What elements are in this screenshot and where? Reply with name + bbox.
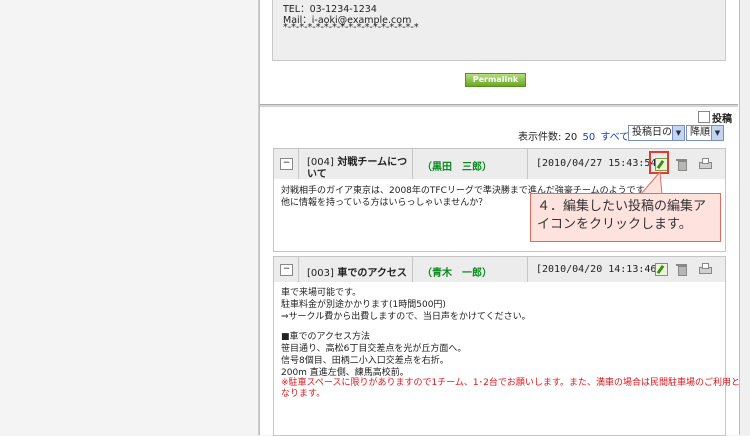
contact-info-box: TEL：03-1234-1234 Mail：i-aoki@example.com…	[272, 0, 726, 61]
post-date: [2010/04/20 14:13:46]	[536, 264, 663, 275]
print-icon[interactable]	[699, 263, 712, 274]
post-body-line: 他に情報を持っている方はいらっしゃいませんか？	[281, 198, 488, 208]
post-title-text: 対戦チームにつ	[337, 157, 408, 168]
notice-line: ※駐車スペースに限りがありますので1チーム、1･2台でお願いします。また、満車の…	[281, 378, 740, 388]
new-post-link[interactable]: 投稿	[698, 110, 732, 125]
collapse-icon[interactable]: −	[280, 264, 293, 276]
notice-line: なります。	[281, 389, 326, 399]
sort-field-value: 投稿日の	[632, 127, 672, 138]
trash-icon[interactable]	[676, 158, 687, 171]
post-icon	[698, 111, 710, 123]
sort-order-value: 降順	[690, 127, 710, 138]
post-title-text: 車でのアクセス	[337, 268, 407, 279]
post-title-line2: いて	[307, 169, 327, 180]
post-body: 車で来場可能です。 駐車料金が別途かかります(1時間500円) ⇒サークル費から…	[273, 282, 740, 436]
post-body-line: ⇒サークル費から出費しますので、当日声をかけてください。	[281, 312, 531, 322]
scrollbar-area[interactable]	[740, 0, 750, 435]
post-author: （黒田 三郎）	[422, 162, 492, 173]
print-icon[interactable]	[699, 158, 712, 169]
display-count-label: 表示件数:	[518, 132, 562, 143]
sort-field-select[interactable]: 投稿日の ▼	[628, 125, 685, 141]
callout-text: ４．編集したい投稿の編集アイコンをクリックします。	[537, 199, 707, 232]
left-pane	[0, 0, 259, 435]
post-title: [003] 車でのアクセス	[307, 264, 407, 279]
post-date: [2010/04/27 15:43:54]	[536, 158, 663, 169]
display-count: 表示件数: 20 50 すべて	[518, 128, 629, 143]
section-divider	[260, 104, 738, 107]
post-author: （青木 一郎）	[422, 268, 492, 279]
chevron-down-icon: ▼	[711, 126, 723, 140]
collapse-icon[interactable]: −	[280, 158, 293, 170]
trash-icon[interactable]	[676, 263, 687, 276]
chevron-down-icon: ▼	[672, 126, 684, 140]
post-header: − [003] 車でのアクセス （青木 一郎） [2010/04/20 14:1…	[273, 256, 726, 283]
count-all-link[interactable]: すべて	[600, 132, 629, 143]
count-20: 20	[564, 132, 578, 143]
sort-order-select[interactable]: 降順 ▼	[686, 125, 724, 141]
post-label: 投稿	[712, 114, 732, 125]
permalink-button[interactable]: Permalink	[465, 73, 526, 87]
count-50-link[interactable]: 50	[582, 132, 595, 143]
post-number: [003]	[307, 268, 334, 279]
edit-icon[interactable]	[655, 263, 668, 276]
instruction-callout: ４．編集したい投稿の編集アイコンをクリックします。	[530, 193, 721, 242]
contact-divider: *-*-*-*-*-*-*-*-*-*-*-*-*-*-*-*-*	[283, 22, 419, 33]
